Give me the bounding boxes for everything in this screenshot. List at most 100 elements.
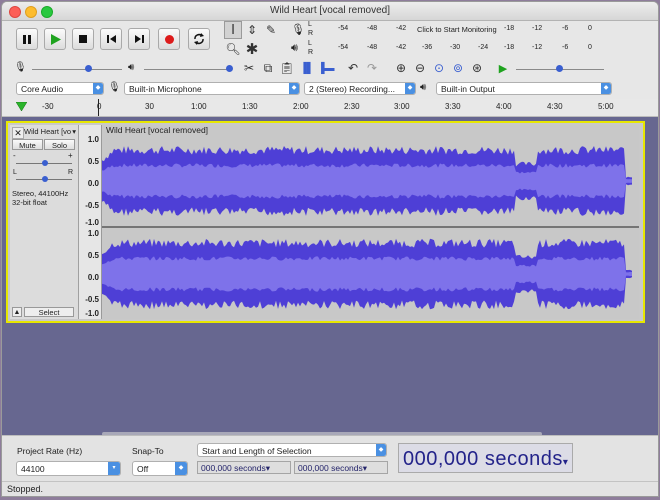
audio-host-select[interactable]: Core Audio ◆ (16, 82, 104, 95)
track-info-rate: Stereo, 44100Hz (12, 189, 69, 198)
zoom-toggle-icon: ⊛ (471, 61, 483, 75)
meter-scale-tick: -6 (562, 25, 569, 32)
meter-scale-tick: -42 (396, 25, 407, 32)
meter-scale-tick: -12 (532, 25, 543, 32)
track-close-button[interactable]: ✕ (12, 127, 24, 139)
undo-button[interactable]: ↶ (344, 59, 362, 77)
clip-name[interactable]: Wild Heart [vocal removed] (102, 125, 639, 136)
fit-selection-button[interactable]: ⊙ (430, 59, 448, 77)
envelope-tool[interactable]: ⇕ (243, 21, 261, 39)
audio-position-display[interactable]: 000,000 seconds▾ (398, 443, 573, 473)
solo-button[interactable]: Solo (44, 139, 75, 150)
copy-icon: ⧉ (263, 60, 273, 75)
selection-start-field[interactable]: 000,000 seconds▾ (197, 461, 291, 474)
ruler-tick-label: 3:00 (394, 102, 410, 111)
chevron-updown-icon: ◆ (601, 83, 611, 94)
track-name-menu[interactable]: Wild Heart [vo ▾ (24, 127, 76, 137)
draw-tool[interactable]: ✎ (262, 21, 280, 39)
loop-button[interactable] (188, 28, 210, 50)
meter-scale-tick: -18 (504, 25, 515, 32)
track-name: Wild Heart [vo (24, 127, 72, 136)
gain-slider[interactable] (16, 159, 72, 167)
selection-tool[interactable]: I (224, 21, 242, 39)
mute-label: Mute (19, 141, 36, 150)
amplitude-label: 0.0 (87, 179, 99, 188)
amplitude-label: 0.5 (87, 251, 99, 260)
waveform-rms-channel-2 (102, 256, 632, 292)
paste-button[interactable]: 📋︎ (278, 59, 296, 77)
skip-to-start-button[interactable] (100, 28, 122, 50)
snap-to-select[interactable]: Off ◆ (132, 461, 188, 476)
pan-slider[interactable] (16, 175, 72, 183)
device-toolbar: Core Audio ◆ 🎙︎ Built-in Microphone ◆ 2 … (2, 81, 658, 97)
amplitude-label: -1.0 (85, 309, 99, 318)
selection-length-value: 000,000 seconds (298, 463, 363, 473)
zoom-in-icon: ⊕ (395, 61, 407, 75)
pencil-icon: ✎ (265, 23, 277, 37)
play-speed-slider[interactable] (516, 63, 604, 75)
mute-button[interactable]: Mute (12, 139, 43, 150)
cut-button[interactable]: ✂ (240, 59, 258, 77)
recording-channels-select[interactable]: 2 (Stereo) Recording... ◆ (304, 82, 416, 95)
amplitude-label: 0.5 (87, 157, 99, 166)
meter-scale-tick: -42 (396, 44, 407, 51)
stop-button[interactable] (72, 28, 94, 50)
transport-toolbar (10, 26, 218, 56)
microphone-icon: 🎙︎ (291, 24, 305, 36)
fit-selection-icon: ⊙ (433, 61, 445, 75)
zoom-toggle-button[interactable]: ⊛ (468, 59, 486, 77)
fit-project-button[interactable]: ⊚ (449, 59, 467, 77)
ruler-tick-label: -30 (42, 102, 54, 111)
amplitude-label: -0.5 (85, 295, 99, 304)
selection-mode-select[interactable]: Start and Length of Selection ◆ (197, 443, 387, 457)
solo-label: Solo (51, 141, 67, 150)
ruler-tick-label: 1:00 (191, 102, 207, 111)
recording-device-select[interactable]: Built-in Microphone ◆ (124, 82, 300, 95)
ibeam-icon: I (231, 22, 235, 38)
selection-length-field[interactable]: 000,000 seconds▾ (294, 461, 388, 474)
amplitude-label: -0.5 (85, 201, 99, 210)
skip-to-end-button[interactable] (128, 28, 150, 50)
project-rate-select[interactable]: 44100 ▾ (16, 461, 121, 476)
playback-meter[interactable]: 🔊︎ L R -54 -48 -42 -36 -30 -24 -18 -12 -… (288, 40, 658, 59)
audio-track[interactable]: ✕ Wild Heart [vo ▾ Mute Solo - + L R Ste… (6, 121, 645, 323)
asterisk-icon: ✱ (245, 40, 259, 58)
start-monitoring-prompt[interactable]: Click to Start Monitoring (417, 25, 497, 34)
chevron-down-icon: ▾ (362, 463, 368, 473)
playback-device-value: Built-in Output (441, 84, 495, 94)
microphone-icon: 🎙︎ (14, 62, 27, 73)
chevron-down-icon: ▾ (108, 462, 120, 475)
playback-volume-slider[interactable] (144, 63, 233, 75)
multi-tool[interactable]: ✱ (243, 40, 261, 58)
track-select-button[interactable]: Select (24, 307, 74, 317)
play-icon (50, 33, 61, 45)
meter-left-channel-label: L (308, 21, 312, 28)
zoom-in-button[interactable]: ⊕ (392, 59, 410, 77)
collapse-track-button[interactable]: ▲ (12, 307, 22, 317)
speaker-icon: 🔊︎ (291, 42, 298, 54)
playback-device-select[interactable]: Built-in Output ◆ (436, 82, 612, 95)
ruler-tick-label: 5:00 (598, 102, 614, 111)
record-meter[interactable]: 🎙︎ L R -54 -48 -42 Click to Start Monito… (288, 21, 658, 40)
window-title: Wild Heart [vocal removed] (269, 5, 391, 16)
play-head-triangle-icon[interactable] (15, 101, 28, 114)
waveform-display[interactable]: Wild Heart [vocal removed] (102, 125, 639, 319)
selection-mode-value: Start and Length of Selection (202, 446, 312, 456)
timeline-ruler[interactable]: -30 0 30 1:00 1:30 2:00 2:30 3:00 3:30 4… (2, 99, 658, 117)
redo-button[interactable]: ↷ (363, 59, 381, 77)
record-button[interactable] (158, 28, 180, 50)
recording-volume-slider[interactable] (32, 63, 122, 75)
play-at-speed-button[interactable]: ▶ (494, 59, 512, 77)
meter-scale-tick: -12 (532, 44, 543, 51)
play-button[interactable] (44, 28, 66, 50)
chevron-down-icon: ▾ (562, 457, 569, 468)
redo-icon: ↷ (366, 61, 378, 75)
zoom-out-button[interactable]: ⊖ (411, 59, 429, 77)
pause-button[interactable] (16, 28, 38, 50)
ruler-tick-label: 2:00 (293, 102, 309, 111)
snap-to-label: Snap-To (132, 446, 164, 456)
copy-button[interactable]: ⧉ (259, 59, 277, 77)
zoom-tool[interactable]: 🔍︎ (224, 40, 242, 58)
silence-button[interactable]: ▐▬ (317, 59, 335, 77)
trim-button[interactable]: ▐▌ (298, 59, 316, 77)
